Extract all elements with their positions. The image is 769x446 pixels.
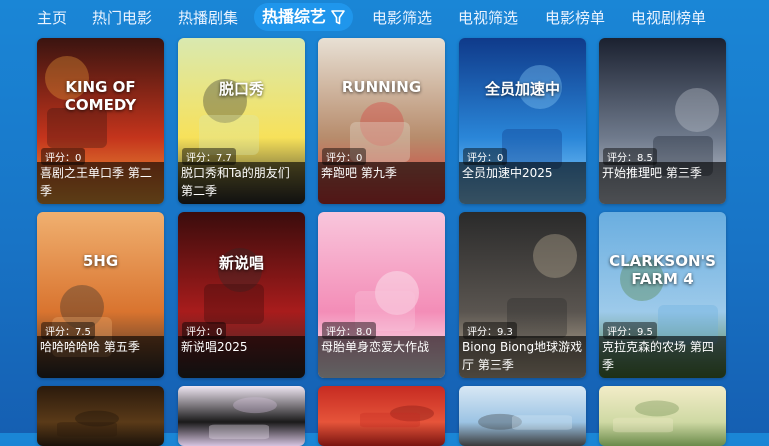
poster-logo-text: CLARKSON'S FARM 4 (609, 252, 716, 288)
variety-card[interactable] (599, 386, 726, 446)
nav-item-hot-movies[interactable]: 热门电影 (92, 7, 152, 29)
poster-logo-text: 全员加速中 (484, 80, 560, 98)
nav-item-movie-filter[interactable]: 电影筛选 (372, 7, 432, 29)
nav-item-tv-filter[interactable]: 电视筛选 (458, 7, 518, 29)
variety-card[interactable] (318, 386, 445, 446)
nav-item-hot-variety[interactable]: 热播综艺 (254, 3, 354, 31)
variety-card[interactable]: 脱口秀 评分：7.7 脱口秀和Ta的朋友们 第二季 (178, 38, 305, 204)
card-title: 喜剧之王单口季 第二季 (37, 162, 164, 204)
variety-card[interactable]: 全员加速中 评分：0 全员加速中2025 (459, 38, 586, 204)
poster-logo-text: 新说唱 (218, 254, 264, 272)
card-title: 哈哈哈哈哈 第五季 (37, 336, 164, 378)
variety-card[interactable]: CLARKSON'S FARM 4 评分：9.5 克拉克森的农场 第四季 (599, 212, 726, 378)
poster-image (178, 386, 305, 446)
card-title: 母胎单身恋爱大作战 (318, 336, 445, 378)
poster-image (37, 386, 164, 446)
variety-card[interactable]: 评分：9.3 Biong Biong地球游戏厅 第三季 (459, 212, 586, 378)
variety-card[interactable]: KING OF COMEDY 评分：0 喜剧之王单口季 第二季 (37, 38, 164, 204)
filter-icon[interactable] (331, 9, 345, 25)
card-title: 克拉克森的农场 第四季 (599, 336, 726, 378)
variety-card[interactable] (37, 386, 164, 446)
card-title: 新说唱2025 (178, 336, 305, 378)
variety-card[interactable]: RUNNING 评分：0 奔跑吧 第九季 (318, 38, 445, 204)
card-title: 脱口秀和Ta的朋友们 第二季 (178, 162, 305, 204)
card-title: Biong Biong地球游戏厅 第三季 (459, 336, 586, 378)
nav-item-hot-series[interactable]: 热播剧集 (178, 7, 238, 29)
variety-card[interactable]: 评分：8.0 母胎单身恋爱大作战 (318, 212, 445, 378)
poster-image (318, 386, 445, 446)
poster-logo-text: 脱口秀 (218, 80, 264, 98)
variety-card[interactable] (459, 386, 586, 446)
content-grid: KING OF COMEDY 评分：0 喜剧之王单口季 第二季 脱口秀 评分：7.7 脱口… (37, 38, 727, 446)
variety-card[interactable] (178, 386, 305, 446)
poster-logo-text: RUNNING (341, 78, 422, 96)
top-navigation: 主页 热门电影 热播剧集 热播综艺 电影筛选 电视筛选 电影榜单 电视剧榜单 (0, 0, 769, 36)
variety-card[interactable]: 5HG 评分：7.5 哈哈哈哈哈 第五季 (37, 212, 164, 378)
nav-item-tv-chart[interactable]: 电视剧榜单 (631, 7, 706, 29)
poster-image (599, 386, 726, 446)
poster-image (459, 386, 586, 446)
nav-item-movie-chart[interactable]: 电影榜单 (545, 7, 605, 29)
variety-card[interactable]: 评分：8.5 开始推理吧 第三季 (599, 38, 726, 204)
nav-item-label: 热播综艺 (262, 7, 327, 26)
card-title: 奔跑吧 第九季 (318, 162, 445, 204)
card-title: 全员加速中2025 (459, 162, 586, 204)
nav-item-home[interactable]: 主页 (37, 7, 67, 29)
poster-logo-text: 5HG (82, 252, 119, 270)
variety-card[interactable]: 新说唱 评分：0 新说唱2025 (178, 212, 305, 378)
card-title: 开始推理吧 第三季 (599, 162, 726, 204)
poster-logo-text: KING OF COMEDY (64, 78, 137, 114)
